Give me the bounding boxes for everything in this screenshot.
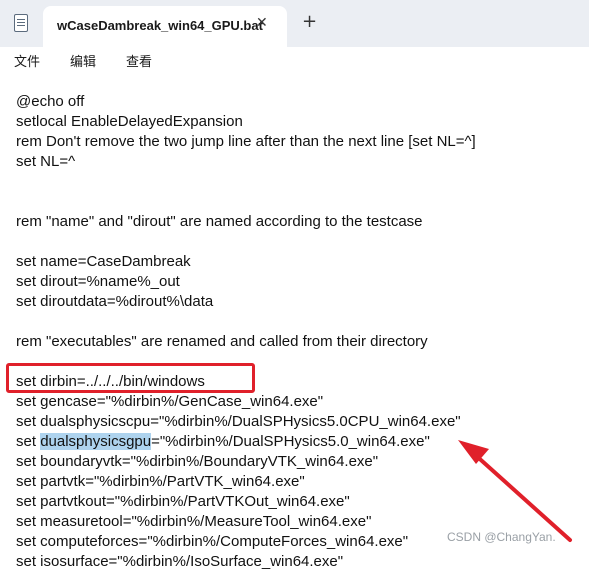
annotation-arrow-icon <box>458 440 572 542</box>
watermark: CSDN @ChangYan. <box>447 530 556 544</box>
